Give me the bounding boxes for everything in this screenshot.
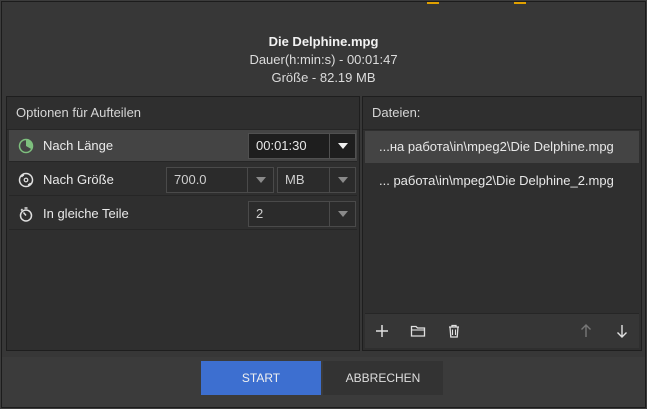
chevron-down-icon bbox=[256, 177, 266, 183]
size-unit-dropdown[interactable]: MB bbox=[277, 167, 356, 193]
chevron-down-icon bbox=[338, 177, 348, 183]
unit-dropdown-button[interactable] bbox=[329, 168, 355, 192]
move-down-button[interactable] bbox=[609, 318, 635, 344]
stopwatch-icon bbox=[19, 207, 33, 222]
file-info-header: Die Delphine.mpg Dauer(h:min:s) - 00:01:… bbox=[2, 33, 645, 87]
file-item[interactable]: ... работа\in\mpeg2\Die Delphine_2.mpg bbox=[365, 165, 639, 197]
file-name: Die Delphine.mpg bbox=[268, 34, 379, 49]
add-file-button[interactable] bbox=[369, 318, 395, 344]
option-by-length[interactable]: Nach Länge 00:01:30 bbox=[9, 130, 357, 162]
option-equal-parts-label: In gleiche Teile bbox=[43, 206, 129, 221]
trash-icon bbox=[449, 324, 459, 338]
plus-icon bbox=[376, 325, 388, 337]
split-dialog: Die Delphine.mpg Dauer(h:min:s) - 00:01:… bbox=[1, 1, 646, 408]
folder-icon bbox=[410, 325, 426, 337]
split-options-panel: Optionen für Aufteilen Nach Länge 00:01:… bbox=[6, 96, 360, 351]
files-panel: Dateien: ...на работа\in\mpeg2\Die Delph… bbox=[362, 96, 642, 351]
parts-count-dropdown[interactable]: 2 bbox=[248, 201, 356, 227]
delete-file-button[interactable] bbox=[441, 318, 467, 344]
size-dropdown-button[interactable] bbox=[247, 168, 273, 192]
size-value: 700.0 bbox=[174, 172, 207, 187]
file-item[interactable]: ...на работа\in\mpeg2\Die Delphine.mpg bbox=[365, 131, 639, 163]
clock-pie-icon bbox=[18, 138, 34, 154]
length-time-dropdown[interactable]: 00:01:30 bbox=[248, 133, 356, 159]
dialog-footer: START ABBRECHEN bbox=[2, 357, 645, 407]
split-options-title: Optionen für Aufteilen bbox=[7, 97, 359, 130]
disc-icon bbox=[18, 172, 34, 188]
arrow-up-icon bbox=[581, 324, 591, 337]
cancel-button[interactable]: ABBRECHEN bbox=[323, 361, 443, 395]
files-title: Dateien: bbox=[363, 97, 641, 130]
start-button[interactable]: START bbox=[201, 361, 321, 395]
length-time-value: 00:01:30 bbox=[256, 138, 307, 153]
open-folder-button[interactable] bbox=[405, 318, 431, 344]
parts-count-value: 2 bbox=[256, 206, 264, 221]
files-toolbar bbox=[365, 313, 639, 348]
size-unit-value: MB bbox=[285, 172, 305, 187]
option-equal-parts[interactable]: In gleiche Teile 2 bbox=[9, 198, 357, 230]
option-by-size-label: Nach Größe bbox=[43, 172, 114, 187]
arrow-down-icon bbox=[617, 325, 627, 338]
option-by-size[interactable]: Nach Größe 700.0 MB bbox=[9, 164, 357, 196]
length-dropdown-button[interactable] bbox=[329, 134, 355, 158]
chevron-down-icon bbox=[338, 143, 348, 149]
top-accent-mark bbox=[427, 2, 439, 4]
file-duration: Dauer(h:min:s) - 00:01:47 bbox=[249, 52, 398, 67]
parts-dropdown-button[interactable] bbox=[329, 202, 355, 226]
size-value-dropdown[interactable]: 700.0 bbox=[166, 167, 274, 193]
move-up-button[interactable] bbox=[573, 318, 599, 344]
file-size: Größe - 82.19 MB bbox=[271, 70, 376, 85]
option-by-length-label: Nach Länge bbox=[43, 138, 114, 153]
chevron-down-icon bbox=[338, 211, 348, 217]
top-accent-mark bbox=[514, 2, 526, 4]
